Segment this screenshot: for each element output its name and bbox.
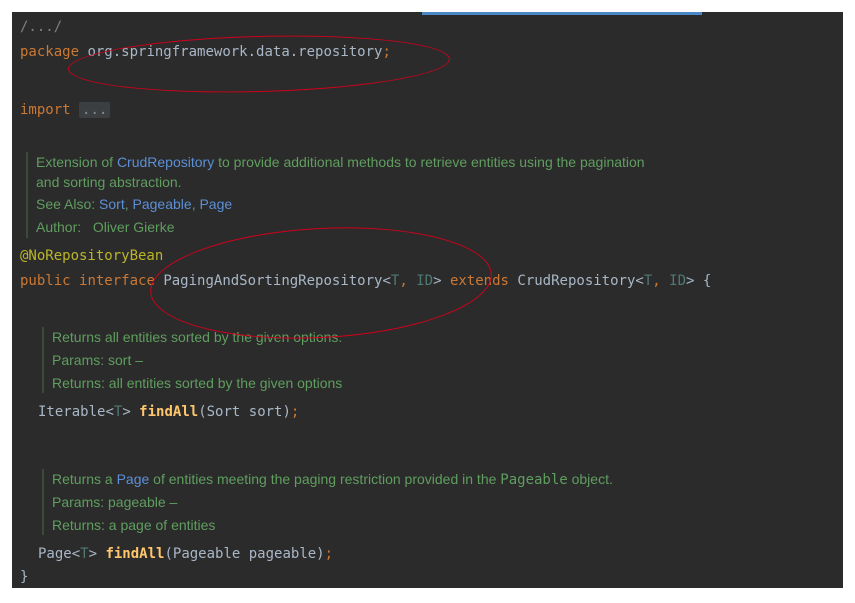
import-keyword: import xyxy=(20,102,71,118)
import-statement: import ... xyxy=(20,100,111,120)
interface-declaration: public interface PagingAndSortingReposit… xyxy=(20,273,712,289)
method1-doc-summary: Returns all entities sorted by the given… xyxy=(52,329,343,345)
see-also-line: See Also: Sort, Pageable, Page xyxy=(36,196,233,212)
interface-name: PagingAndSortingRepository xyxy=(163,273,383,289)
editor-tab-indicator xyxy=(422,12,702,15)
method2-doc-summary: Returns a Page of entities meeting the p… xyxy=(52,471,613,488)
method1-name[interactable]: findAll xyxy=(139,404,198,420)
sort-link[interactable]: Sort xyxy=(99,196,125,212)
package-declaration: package org.springframework.data.reposit… xyxy=(20,42,391,62)
page-doc-link[interactable]: Page xyxy=(117,471,150,487)
method2-doc-params: Params: pageable – xyxy=(52,494,178,510)
folded-imports[interactable]: ... xyxy=(79,102,111,118)
method1-doc-returns: Returns: all entities sorted by the give… xyxy=(52,375,343,391)
crudrepository-link[interactable]: CrudRepository xyxy=(117,154,214,170)
method1-doc-gutter xyxy=(42,327,44,393)
method2-name[interactable]: findAll xyxy=(105,546,164,562)
method1-doc-params: Params: sort – xyxy=(52,352,144,368)
class-doc-line-1: Extension of CrudRepository to provide a… xyxy=(36,154,645,170)
package-highlight-circle xyxy=(67,31,451,97)
parent-interface: CrudRepository xyxy=(517,273,636,289)
method2-declaration: Page<T> findAll(Pageable pageable); xyxy=(38,546,334,562)
method2-doc-gutter xyxy=(42,469,44,535)
class-doc-gutter xyxy=(26,152,28,238)
method1-declaration: Iterable<T> findAll(Sort sort); xyxy=(38,404,300,420)
class-doc-line-2: and sorting abstraction. xyxy=(36,174,182,190)
author-line: Author: Oliver Gierke xyxy=(36,219,175,235)
closing-brace: } xyxy=(20,569,29,585)
page-link[interactable]: Page xyxy=(199,196,232,212)
package-name: org.springframework.data.repository xyxy=(87,44,383,60)
package-keyword: package xyxy=(20,44,80,60)
code-editor[interactable]: /.../ package org.springframework.data.r… xyxy=(12,12,843,588)
annotation: @NoRepositoryBean xyxy=(20,248,164,264)
author-name: Oliver Gierke xyxy=(92,219,175,235)
pageable-link[interactable]: Pageable xyxy=(133,196,192,212)
folded-comment-header[interactable]: /.../ xyxy=(20,17,62,37)
package-semicolon: ; xyxy=(382,44,391,60)
method2-doc-returns: Returns: a page of entities xyxy=(52,517,216,533)
